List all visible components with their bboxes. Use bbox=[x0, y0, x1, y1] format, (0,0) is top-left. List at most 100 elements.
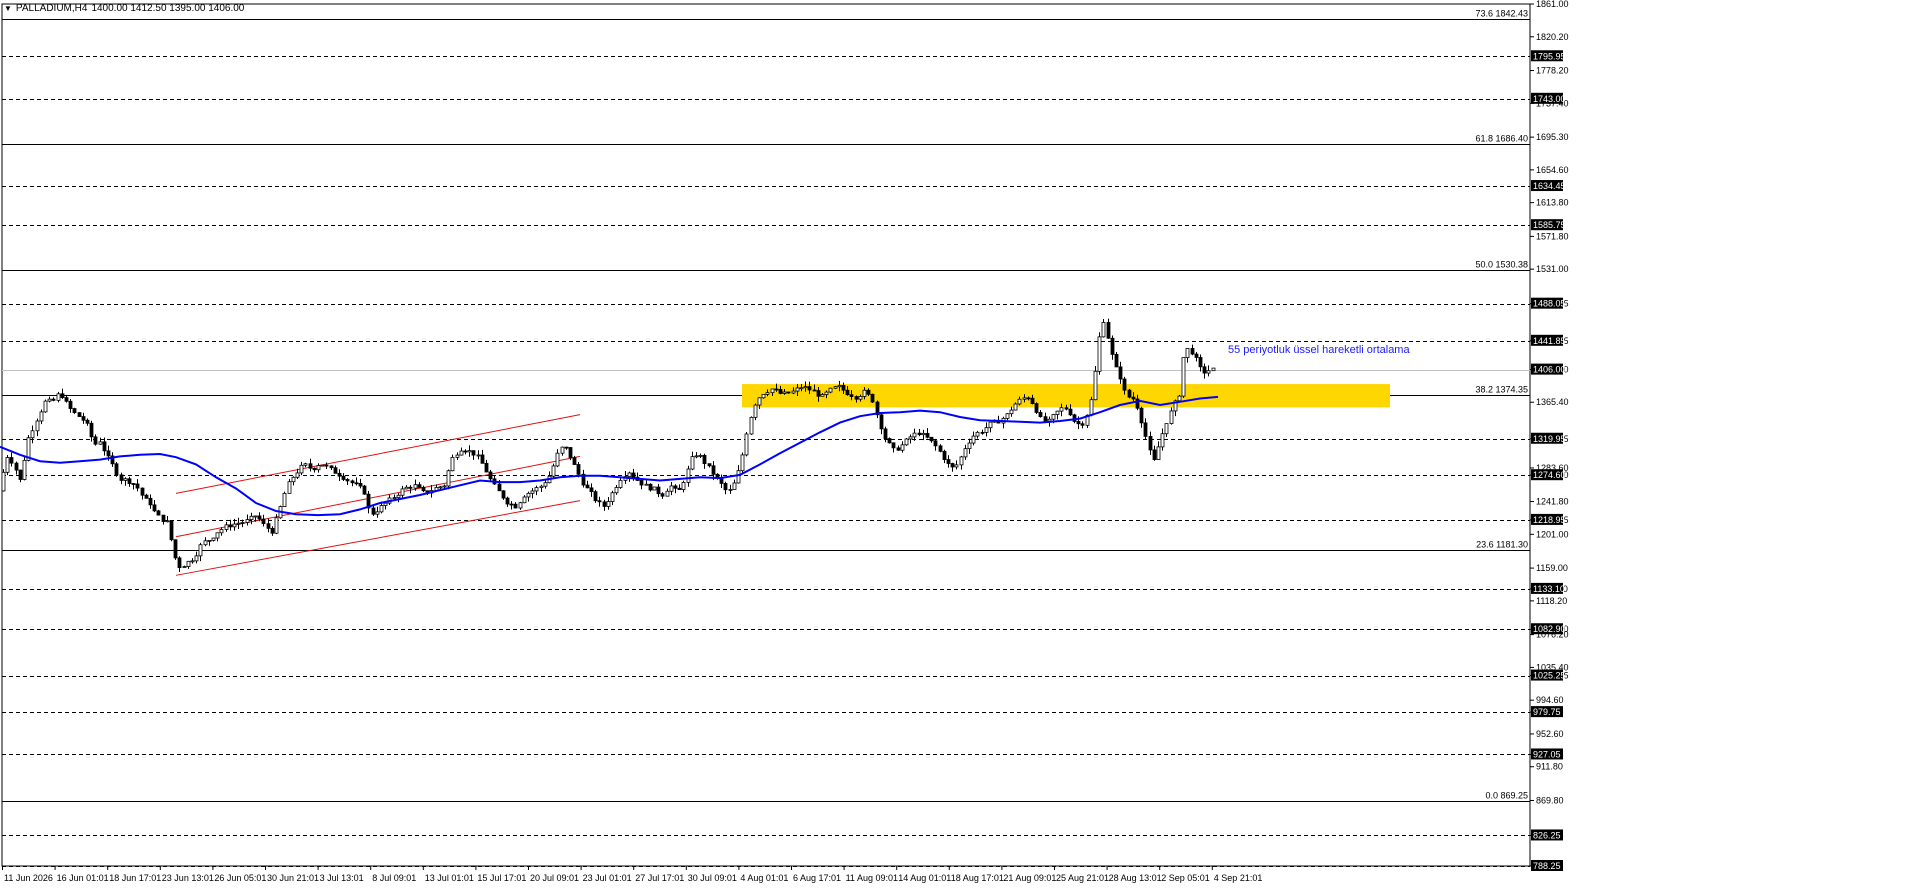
candle-body bbox=[1152, 449, 1157, 460]
price-tick-label: 994.60 bbox=[1536, 695, 1564, 705]
candle-body bbox=[1185, 348, 1190, 358]
price-tick-label: 1365.40 bbox=[1536, 397, 1569, 407]
price-tick-label: 1241.80 bbox=[1536, 497, 1569, 507]
candle-body bbox=[173, 539, 178, 559]
price-tick-label: 952.60 bbox=[1536, 729, 1564, 739]
price-tick-label: 1118.20 bbox=[1536, 596, 1567, 606]
ema-annotation-text[interactable]: 55 periyotluk üssel hareketli ortalama bbox=[1228, 344, 1410, 356]
candle-body bbox=[455, 454, 460, 458]
candle-body bbox=[543, 482, 548, 487]
candle-body bbox=[1190, 348, 1195, 355]
candle-body bbox=[740, 454, 745, 472]
candle-body bbox=[677, 487, 682, 490]
candle-body bbox=[1089, 399, 1094, 416]
candle-body bbox=[1181, 357, 1186, 397]
price-level-box-label: 826.25 bbox=[1533, 830, 1561, 840]
candle-body bbox=[392, 497, 397, 500]
candle-body bbox=[606, 501, 611, 507]
candle-body bbox=[1202, 366, 1207, 374]
price-tick-label: 1654.60 bbox=[1536, 165, 1569, 175]
candle-body bbox=[917, 432, 922, 436]
time-tick-label: 30 Jul 09:01 bbox=[688, 873, 737, 883]
candle-body bbox=[337, 472, 342, 477]
candle-body bbox=[249, 515, 254, 521]
triangle-down-icon[interactable]: ▼ bbox=[4, 4, 12, 13]
candle-body bbox=[1211, 367, 1216, 372]
time-tick-label: 30 Jun 21:01 bbox=[267, 873, 319, 883]
candle-body bbox=[484, 462, 489, 473]
candle-body bbox=[975, 431, 980, 437]
fibonacci-level-label: 0.0 869.25 bbox=[1485, 791, 1528, 801]
candle-body bbox=[240, 522, 245, 524]
candle-body bbox=[1055, 410, 1060, 415]
candle-body bbox=[854, 396, 859, 400]
candle-body bbox=[39, 411, 44, 422]
candle-body bbox=[316, 465, 321, 471]
candle-body bbox=[593, 491, 598, 502]
candle-body bbox=[22, 459, 27, 480]
candle-body bbox=[560, 446, 565, 454]
time-tick-label: 21 Aug 09:01 bbox=[1003, 873, 1056, 883]
time-tick-label: 11 Jun 2026 bbox=[4, 873, 53, 883]
candle-body bbox=[497, 483, 502, 492]
candle-body bbox=[723, 483, 728, 491]
candle-body bbox=[228, 524, 233, 528]
candle-body bbox=[837, 385, 842, 388]
candle-body bbox=[219, 529, 224, 534]
candle-body bbox=[1156, 446, 1161, 460]
candle-body bbox=[35, 420, 40, 432]
candle-body bbox=[803, 386, 808, 389]
time-tick-label: 3 Jul 13:01 bbox=[320, 873, 364, 883]
price-level-box-label: 1082.90 bbox=[1533, 624, 1566, 634]
candle-body bbox=[358, 482, 363, 487]
candle-body bbox=[1009, 409, 1014, 415]
price-tick-label: 1571.80 bbox=[1536, 231, 1569, 241]
candle-body bbox=[1034, 403, 1039, 413]
candle-body bbox=[379, 505, 384, 513]
candle-body bbox=[1194, 353, 1199, 358]
candle-body bbox=[782, 391, 787, 394]
candle-body bbox=[446, 470, 451, 487]
price-level-box-label: 1441.85 bbox=[1533, 336, 1566, 346]
candle-body bbox=[64, 397, 69, 402]
chart-window[interactable]: 73.6 1842.43 61.8 1686.40 50.0 1530.38 38.2… bbox=[0, 0, 1916, 888]
candle-body bbox=[1169, 410, 1174, 424]
candle-body bbox=[114, 463, 119, 476]
price-tick-label: 1159.00 bbox=[1536, 563, 1568, 573]
candle-body bbox=[795, 387, 800, 392]
candle-body bbox=[505, 497, 510, 505]
candle-body bbox=[711, 465, 716, 475]
candle-body bbox=[1177, 395, 1182, 402]
fibonacci-level-label: 23.6 1181.30 bbox=[1476, 540, 1528, 550]
candle-body bbox=[30, 430, 35, 439]
candle-body bbox=[1127, 389, 1132, 398]
candle-body bbox=[282, 492, 287, 507]
price-level-box-label: 1585.75 bbox=[1533, 220, 1566, 230]
candle-body bbox=[967, 442, 972, 450]
candle-body bbox=[1114, 353, 1119, 368]
candle-body bbox=[463, 450, 468, 453]
channel-line-middle[interactable] bbox=[175, 455, 581, 538]
candle-body bbox=[614, 487, 619, 494]
price-chart[interactable]: 73.6 1842.43 61.8 1686.40 50.0 1530.38 38.2… bbox=[0, 0, 1916, 888]
candle-body bbox=[534, 487, 539, 492]
fibonacci-level-label: 61.8 1686.40 bbox=[1475, 134, 1528, 144]
candle-body bbox=[690, 456, 695, 470]
candle-body bbox=[5, 457, 10, 473]
price-level-box-label: 1025.25 bbox=[1533, 671, 1566, 681]
candle-body bbox=[333, 467, 338, 474]
time-tick-label: 23 Jun 13:01 bbox=[162, 873, 214, 883]
candle-body bbox=[862, 389, 867, 397]
candle-body bbox=[933, 440, 938, 447]
candle-body bbox=[744, 433, 749, 456]
candle-body bbox=[728, 489, 733, 491]
candle-body bbox=[1072, 414, 1077, 422]
price-level-box-label: 1406.00 bbox=[1533, 365, 1566, 375]
candle-body bbox=[564, 446, 569, 449]
candle-body bbox=[320, 464, 325, 467]
candle-body bbox=[56, 393, 61, 401]
candle-body bbox=[589, 487, 594, 493]
price-level-box-label: 1274.60 bbox=[1533, 470, 1566, 480]
candle-body bbox=[753, 404, 758, 418]
candle-body bbox=[308, 463, 313, 469]
